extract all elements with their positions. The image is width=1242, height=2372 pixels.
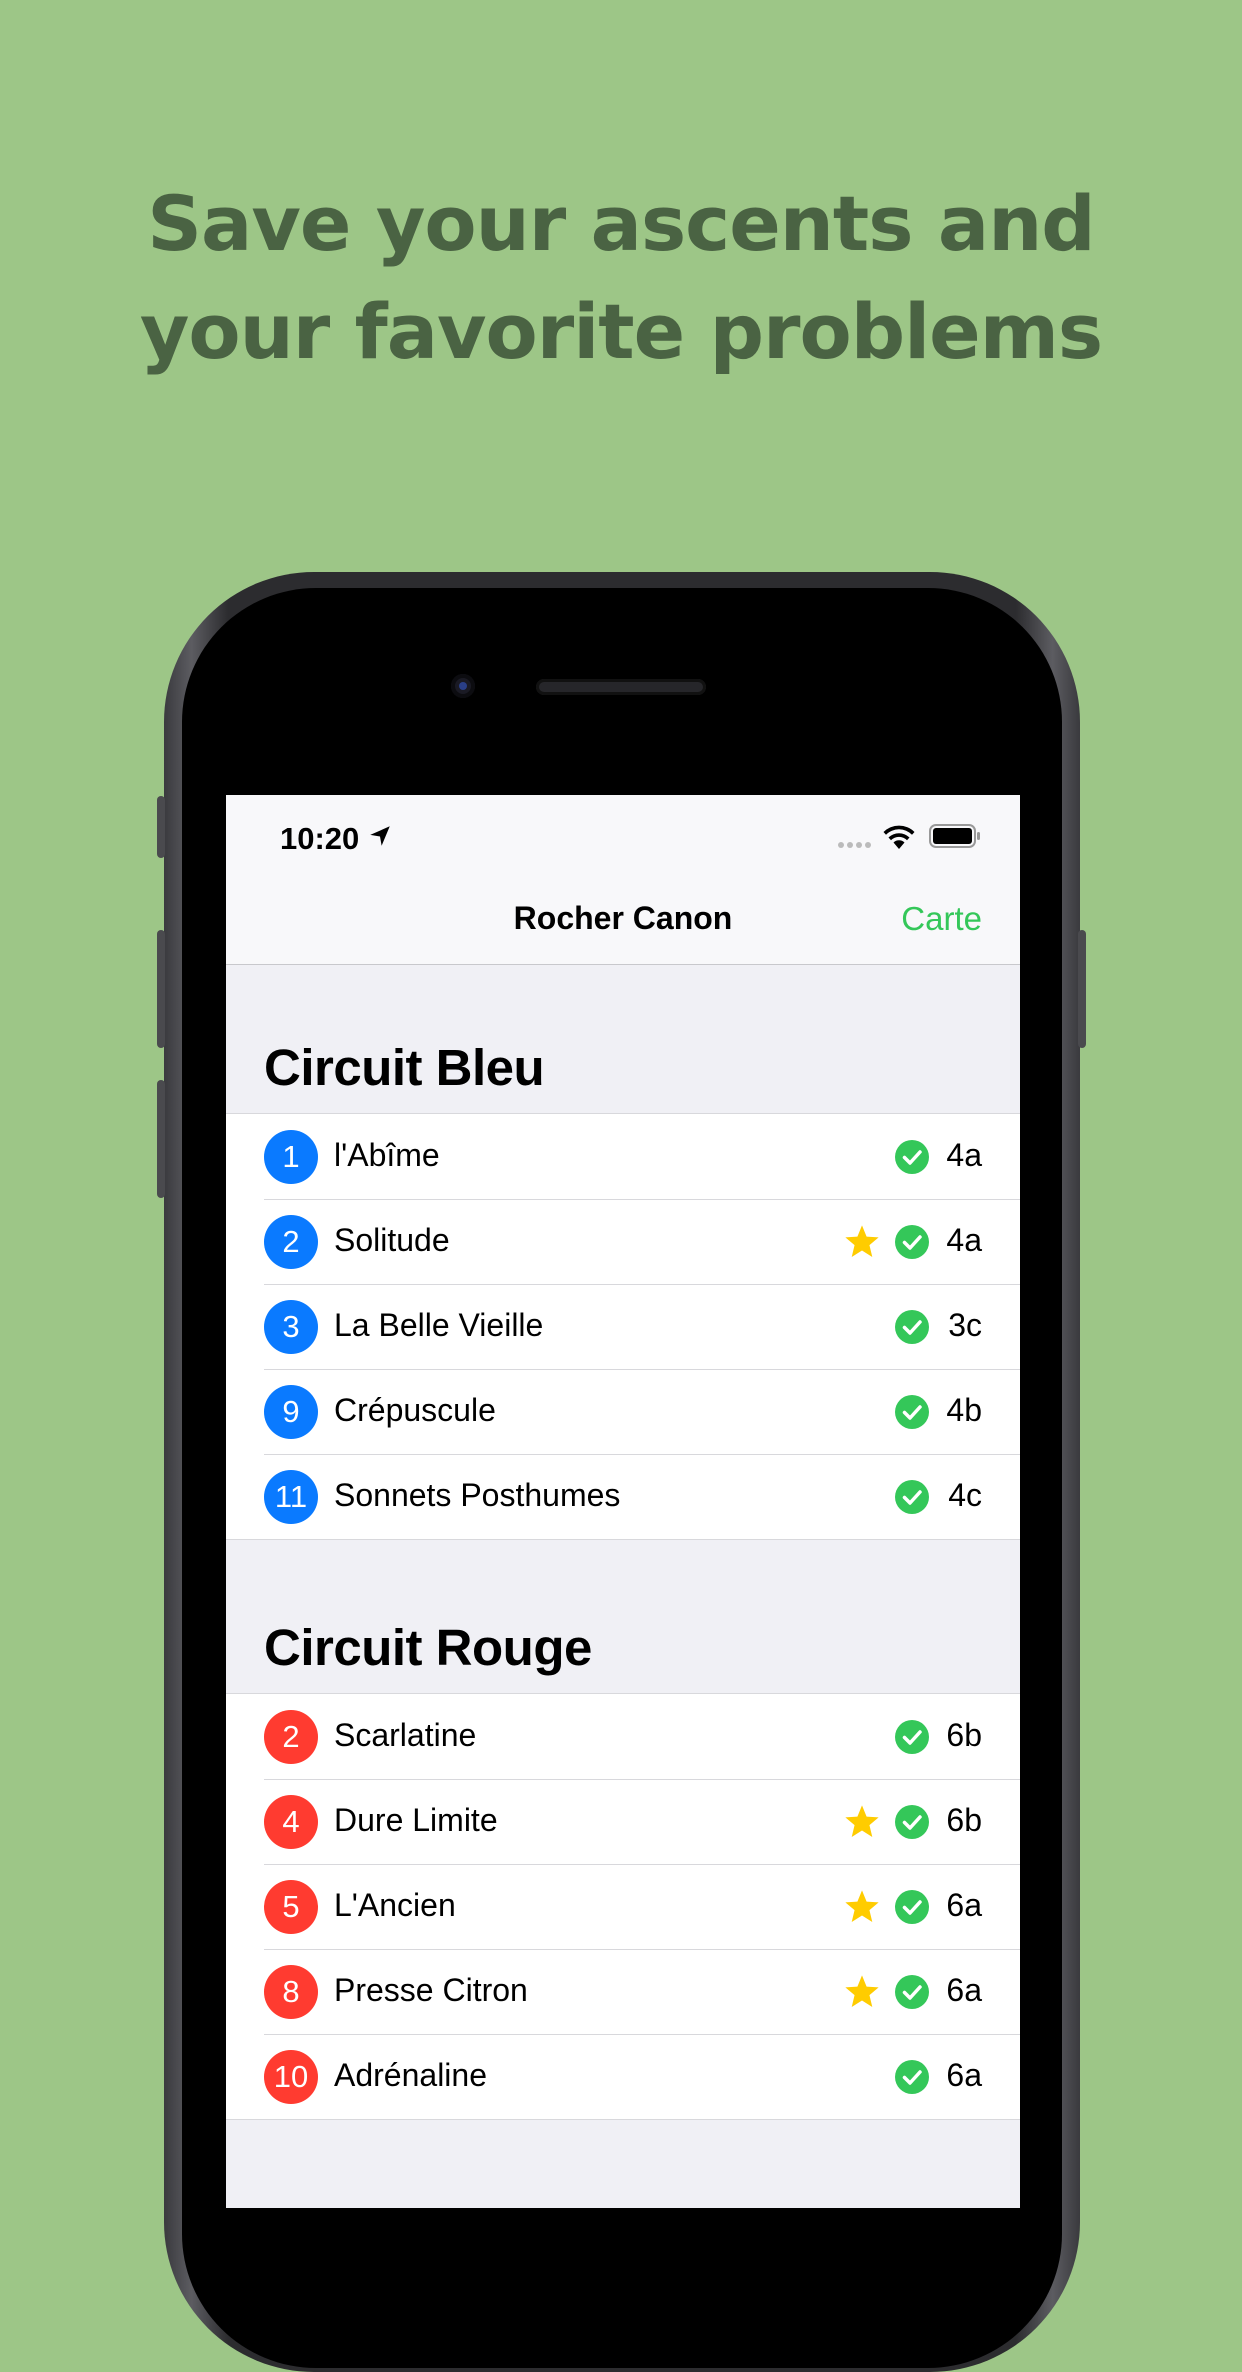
problem-list-circuit-rouge: 2 Scarlatine 6b 4 Dure Limite 6b 5 L'Ancien 6a 8 P… (226, 1693, 1020, 2120)
location-arrow-icon (370, 826, 390, 846)
navigation-bar: Rocher Canon Carte (226, 875, 1020, 965)
problem-name: Scarlatine (334, 1717, 477, 1753)
mute-switch (157, 796, 165, 858)
cellular-signal-icon (838, 835, 874, 853)
problem-number-badge: 5 (264, 1880, 318, 1934)
problem-grade: 4a (946, 1137, 982, 1173)
problem-number-badge: 2 (264, 1215, 318, 1269)
status-time: 10:20 (280, 821, 360, 856)
battery-icon (929, 824, 980, 848)
check-icon (895, 1720, 929, 1754)
problem-row[interactable]: 3 La Belle Vieille 3c (226, 1284, 1020, 1369)
problem-grade: 4c (948, 1477, 982, 1513)
check-icon (895, 1975, 929, 2009)
wifi-icon (883, 825, 915, 849)
volume-down-button (157, 1080, 165, 1198)
section-title-circuit-bleu: Circuit Bleu (264, 1039, 545, 1096)
problem-row[interactable]: 2 Scarlatine 6b (226, 1694, 1020, 1779)
problem-number-badge: 4 (264, 1795, 318, 1849)
problem-number-badge: 11 (264, 1470, 318, 1524)
earpiece-speaker (536, 679, 706, 695)
problem-grade: 6b (946, 1802, 982, 1838)
headline: Save your ascents and your favorite prob… (0, 170, 1242, 386)
front-camera (451, 674, 475, 698)
problem-name: Presse Citron (334, 1972, 528, 2008)
star-icon (845, 1225, 879, 1258)
app-screen: 10:20 Rocher Canon Carte Circuit Bleu 1l… (226, 795, 1020, 2208)
problem-grade: 6a (946, 1972, 982, 2008)
problem-number-badge: 10 (264, 2050, 318, 2104)
check-icon (895, 1225, 929, 1259)
problem-row[interactable]: 5 L'Ancien 6a (226, 1864, 1020, 1949)
problem-name: L'Ancien (334, 1887, 456, 1923)
headline-line-2: your favorite problems (139, 287, 1103, 376)
problem-row[interactable]: 8 Presse Citron 6a (226, 1949, 1020, 2034)
problem-row[interactable]: 11 Sonnets Posthumes 4c (226, 1454, 1020, 1539)
problem-number-badge: 8 (264, 1965, 318, 2019)
star-icon (845, 1890, 879, 1923)
problem-number-badge: 1 (264, 1130, 318, 1184)
problem-name: Solitude (334, 1222, 450, 1258)
headline-line-1: Save your ascents and (147, 179, 1095, 268)
problem-row[interactable]: 1 l'Abîme 4a (226, 1114, 1020, 1199)
problem-row[interactable]: 2 Solitude 4a (226, 1199, 1020, 1284)
problem-grade: 6a (946, 1887, 982, 1923)
problem-name: l'Abîme (334, 1137, 440, 1173)
problem-grade: 6b (946, 1717, 982, 1753)
volume-up-button (157, 930, 165, 1048)
check-icon (895, 2060, 929, 2094)
check-icon (895, 1310, 929, 1344)
problem-number-badge: 2 (264, 1710, 318, 1764)
check-icon (895, 1480, 929, 1514)
check-icon (895, 1805, 929, 1839)
star-icon (845, 1975, 879, 2008)
problem-number-badge: 3 (264, 1300, 318, 1354)
status-bar: 10:20 (226, 795, 1020, 875)
problem-name: La Belle Vieille (334, 1307, 544, 1343)
problem-number-badge: 9 (264, 1385, 318, 1439)
problem-name: Crépuscule (334, 1392, 496, 1428)
problem-grade: 3c (948, 1307, 982, 1343)
problem-row[interactable]: 10 Adrénaline 6a (226, 2034, 1020, 2119)
problem-name: Adrénaline (334, 2057, 487, 2093)
problem-name: Sonnets Posthumes (334, 1477, 621, 1513)
check-icon (895, 1395, 929, 1429)
star-icon (845, 1805, 879, 1838)
check-icon (895, 1140, 929, 1174)
problem-grade: 6a (946, 2057, 982, 2093)
problem-grade: 4b (946, 1392, 982, 1428)
section-title-circuit-rouge: Circuit Rouge (264, 1619, 592, 1676)
problem-name: Dure Limite (334, 1802, 498, 1838)
problem-list-circuit-bleu: 1 l'Abîme 4a 2 Solitude 4a 3 La Belle Vieille 3c… (226, 1113, 1020, 1540)
problem-grade: 4a (946, 1222, 982, 1258)
power-button (1078, 930, 1086, 1048)
problem-row[interactable]: 4 Dure Limite 6b (226, 1779, 1020, 1864)
check-icon (895, 1890, 929, 1924)
map-button[interactable]: Carte (901, 900, 982, 938)
problem-row[interactable]: 9 Crépuscule 4b (226, 1369, 1020, 1454)
